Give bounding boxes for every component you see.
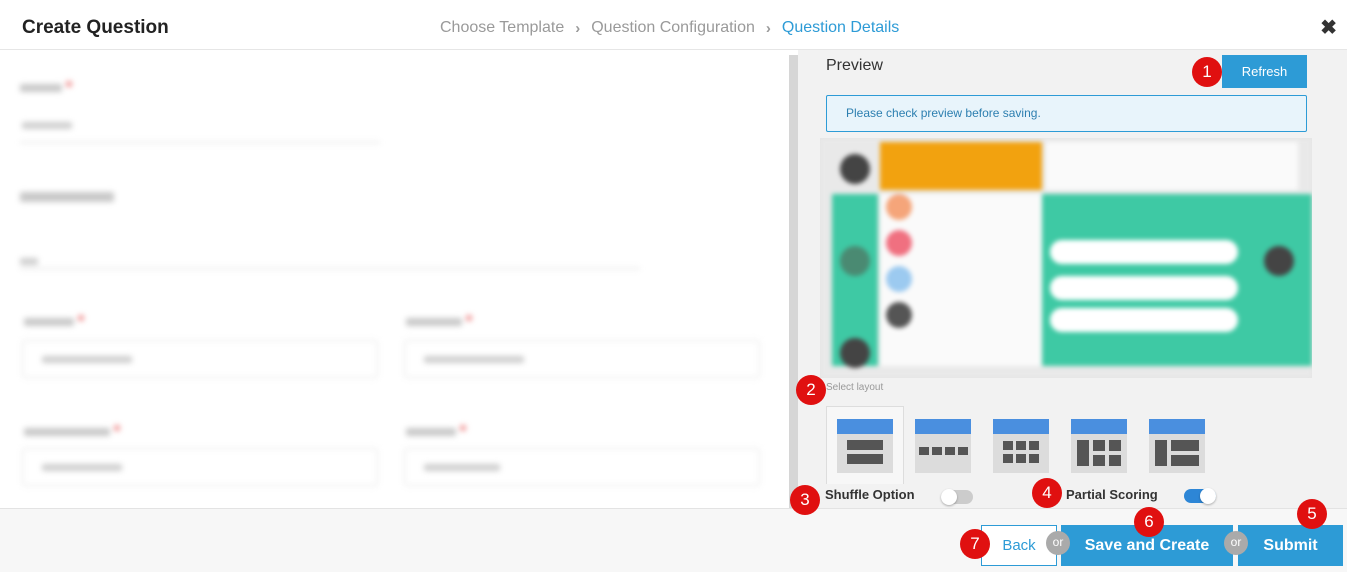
marker-3: 3 <box>790 485 820 515</box>
preview-notice: Please check preview before saving. <box>826 95 1307 132</box>
close-icon[interactable]: ✖ <box>1320 15 1337 40</box>
layout-option-1[interactable] <box>826 406 904 484</box>
breadcrumb-question-configuration[interactable]: Question Configuration <box>591 19 755 37</box>
dialog-title: Create Question <box>22 17 169 38</box>
or-divider: or <box>1046 531 1070 555</box>
layout-mixed-grid-icon <box>1071 419 1127 473</box>
partial-scoring-label: Partial Scoring <box>1066 487 1158 502</box>
marker-7: 7 <box>960 529 990 559</box>
dialog-header: Create Question Choose Template › Questi… <box>0 0 1347 50</box>
marker-2: 2 <box>796 375 826 405</box>
question-preview-image <box>820 138 1312 378</box>
breadcrumb: Choose Template › Question Configuration… <box>440 19 899 37</box>
chevron-right-icon: › <box>765 19 771 37</box>
submit-button[interactable]: Submit <box>1238 525 1343 566</box>
select-layout-label: Select layout <box>826 382 884 393</box>
refresh-button[interactable]: Refresh <box>1222 55 1307 88</box>
layout-option-4[interactable] <box>1060 406 1138 484</box>
shuffle-option-toggle[interactable] <box>941 489 973 505</box>
question-details-form <box>0 50 785 508</box>
breadcrumb-question-details: Question Details <box>781 19 900 36</box>
marker-1: 1 <box>1192 57 1222 87</box>
chevron-right-icon: › <box>575 19 581 37</box>
preview-title: Preview <box>826 57 883 74</box>
marker-6: 6 <box>1134 507 1164 537</box>
preview-panel: Preview Refresh Please check preview bef… <box>798 50 1347 508</box>
layout-four-in-row-icon <box>915 419 971 473</box>
layout-single-column-icon <box>837 419 893 473</box>
breadcrumb-choose-template[interactable]: Choose Template <box>440 19 564 37</box>
marker-4: 4 <box>1032 478 1062 508</box>
layout-list-icon <box>1149 419 1205 473</box>
layout-option-5[interactable] <box>1138 406 1216 484</box>
shuffle-option-label: Shuffle Option <box>825 487 915 502</box>
marker-5: 5 <box>1297 499 1327 529</box>
form-scrollbar[interactable] <box>789 55 798 510</box>
or-divider: or <box>1224 531 1248 555</box>
create-question-dialog: Create Question Choose Template › Questi… <box>0 0 1347 572</box>
layout-option-3[interactable] <box>982 406 1060 484</box>
layout-grid-icon <box>993 419 1049 473</box>
layout-option-2[interactable] <box>904 406 982 484</box>
partial-scoring-toggle[interactable] <box>1184 488 1216 504</box>
layout-options <box>826 406 1216 484</box>
